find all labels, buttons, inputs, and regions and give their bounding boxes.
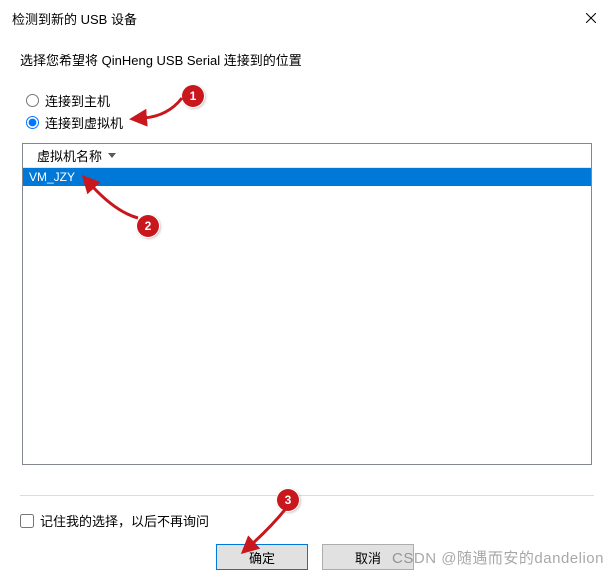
button-row: 确定 取消: [216, 544, 414, 570]
radio-host-label: 连接到主机: [45, 91, 110, 110]
vm-listbox[interactable]: 虚拟机名称 VM_JZY: [22, 143, 592, 465]
vm-list-header[interactable]: 虚拟机名称: [23, 144, 591, 168]
remember-label: 记住我的选择，以后不再询问: [40, 511, 209, 530]
separator: [20, 495, 594, 496]
radio-connect-vm[interactable]: 连接到虚拟机: [26, 111, 594, 133]
remember-choice[interactable]: 记住我的选择，以后不再询问: [20, 511, 209, 530]
radio-connect-host[interactable]: 连接到主机: [26, 89, 594, 111]
cancel-button[interactable]: 取消: [322, 544, 414, 570]
prompt-text: 选择您希望将 QinHeng USB Serial 连接到的位置: [20, 50, 594, 69]
window-title: 检测到新的 USB 设备: [12, 9, 568, 28]
vm-list-header-label: 虚拟机名称: [37, 146, 102, 165]
sort-caret-icon: [108, 153, 116, 158]
connection-radio-group: 连接到主机 连接到虚拟机: [20, 89, 594, 133]
usb-connect-dialog: 检测到新的 USB 设备 选择您希望将 QinHeng USB Serial 连…: [0, 0, 614, 584]
remember-checkbox[interactable]: [20, 514, 34, 528]
annotation-badge-3: 3: [277, 489, 299, 511]
watermark-text: CSDN @随遇而安的dandelion: [392, 547, 604, 568]
radio-vm-input[interactable]: [26, 116, 39, 129]
ok-button[interactable]: 确定: [216, 544, 308, 570]
list-item[interactable]: VM_JZY: [23, 168, 591, 186]
titlebar: 检测到新的 USB 设备: [0, 0, 614, 36]
radio-vm-label: 连接到虚拟机: [45, 113, 123, 132]
radio-host-input[interactable]: [26, 94, 39, 107]
close-button[interactable]: [568, 2, 614, 34]
close-icon: [586, 13, 596, 23]
dialog-body: 选择您希望将 QinHeng USB Serial 连接到的位置 连接到主机 连…: [0, 36, 614, 465]
